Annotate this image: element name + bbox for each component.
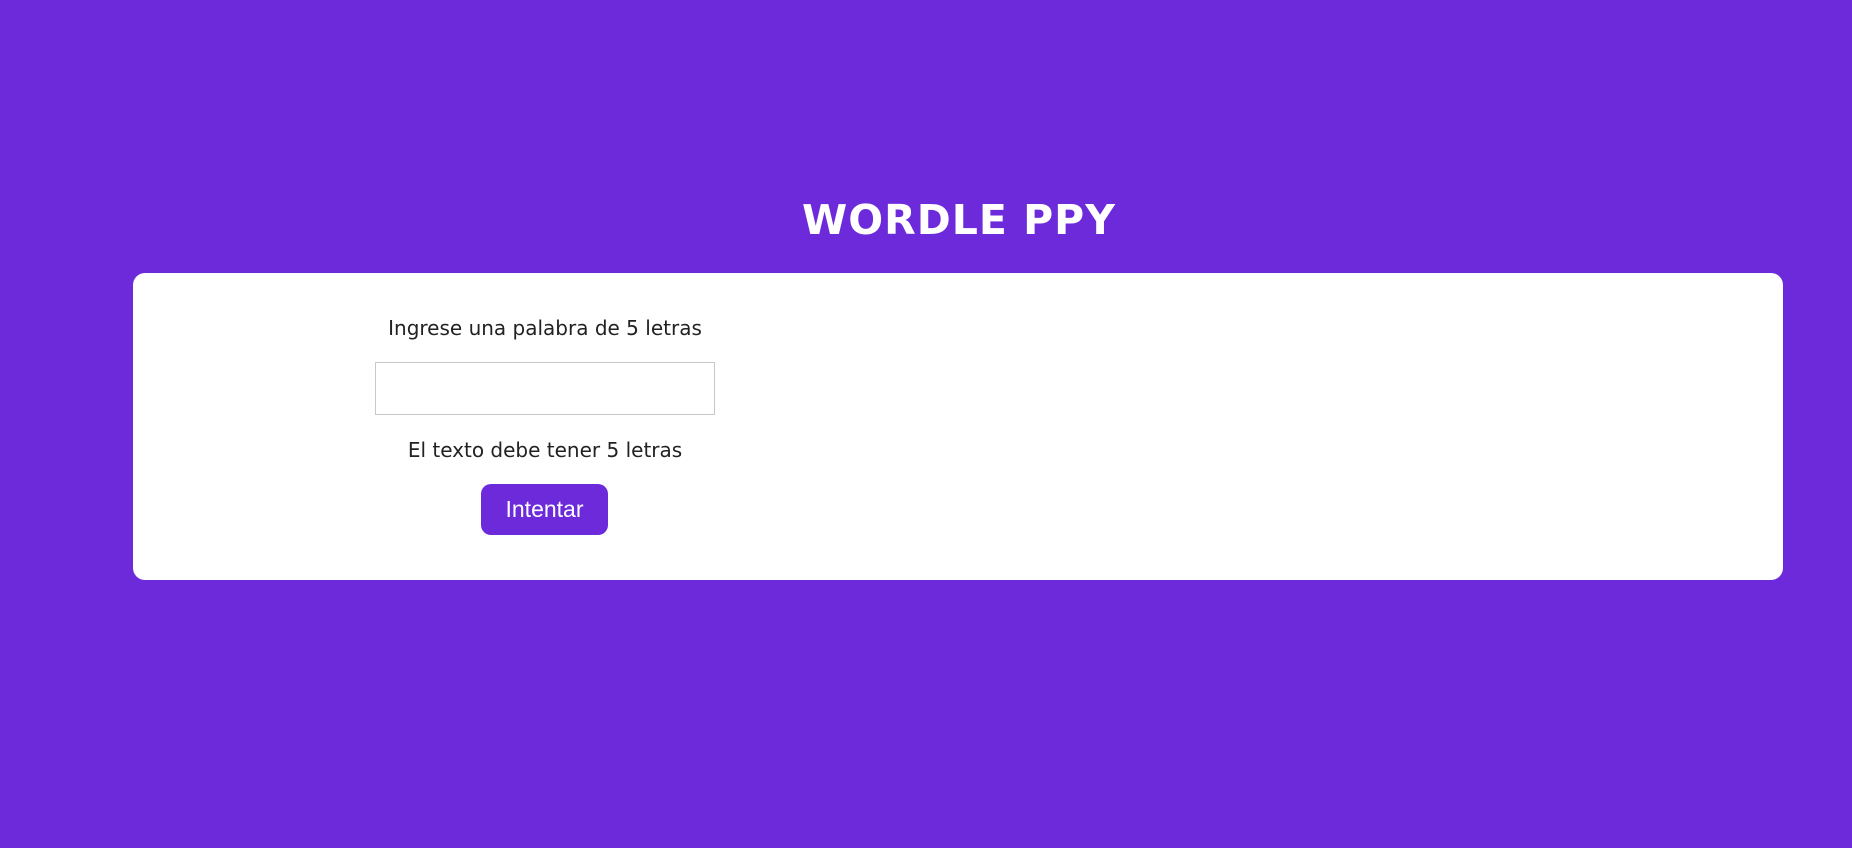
- try-button[interactable]: Intentar: [481, 484, 608, 535]
- validation-hint: El texto debe tener 5 letras: [407, 438, 683, 462]
- word-input[interactable]: [375, 362, 715, 415]
- page-title: WORDLE PPY: [802, 196, 1116, 244]
- game-card: Ingrese una palabra de 5 letras El texto…: [133, 273, 1783, 580]
- prompt-label: Ingrese una palabra de 5 letras: [388, 316, 702, 340]
